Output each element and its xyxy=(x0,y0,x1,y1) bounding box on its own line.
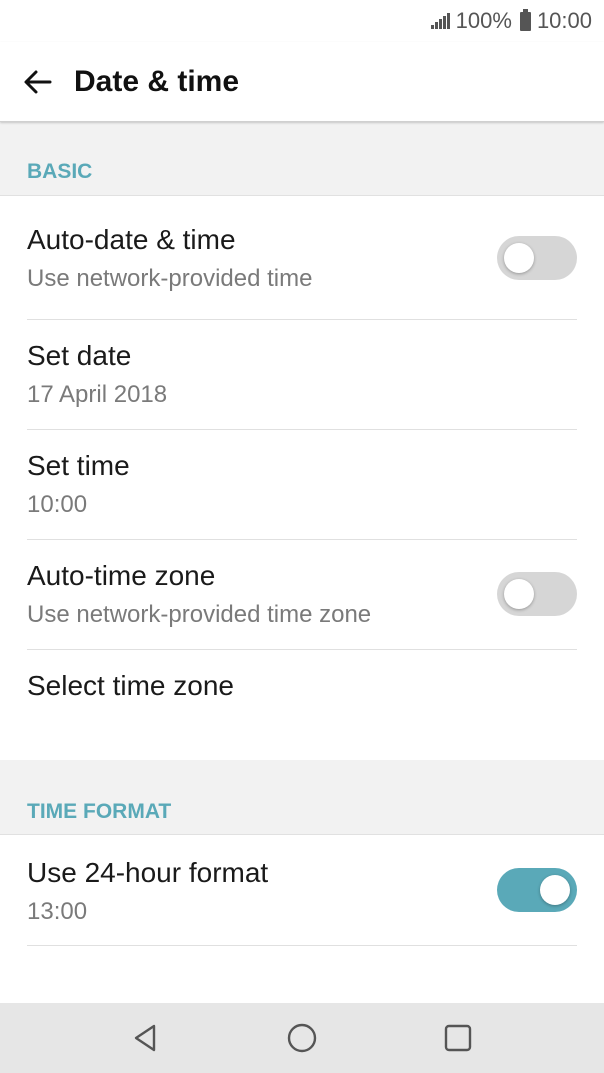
recents-square-icon xyxy=(444,1024,472,1052)
status-bar: 100% 10:00 xyxy=(0,0,604,42)
back-triangle-icon xyxy=(134,1024,156,1052)
auto-time-zone-row[interactable]: Auto-time zone Use network-provided time… xyxy=(0,540,604,650)
navigation-bar xyxy=(0,1003,604,1073)
toggle-knob xyxy=(504,243,534,273)
use-24-hour-example: 13:00 xyxy=(27,898,88,925)
home-circle-icon xyxy=(287,1023,317,1053)
set-date-row[interactable]: Set date 17 April 2018 xyxy=(0,320,604,430)
toggle-knob xyxy=(504,579,534,609)
arrow-left-icon xyxy=(24,70,52,93)
nav-back-button[interactable] xyxy=(68,1003,224,1073)
app-bar: Date & time xyxy=(0,42,604,122)
set-date-value: 17 April 2018 xyxy=(27,381,168,408)
battery-icon xyxy=(519,8,531,31)
auto-date-time-subtitle: Use network-provided time xyxy=(27,265,313,292)
auto-time-zone-subtitle: Use network-provided time zone xyxy=(27,601,372,628)
nav-home-button[interactable] xyxy=(224,1003,380,1073)
auto-date-time-row[interactable]: Auto-date & time Use network-provided ti… xyxy=(0,196,604,320)
set-time-title: Set time xyxy=(27,450,130,481)
nav-recents-button[interactable] xyxy=(380,1003,536,1073)
use-24-hour-row[interactable]: Use 24-hour format 13:00 xyxy=(0,835,604,946)
auto-time-zone-toggle[interactable] xyxy=(497,572,577,616)
use-24-hour-toggle[interactable] xyxy=(497,868,577,912)
auto-date-time-title: Auto-date & time xyxy=(27,224,236,255)
battery-percentage: 100% xyxy=(455,8,512,33)
auto-time-zone-title: Auto-time zone xyxy=(27,560,216,591)
auto-date-time-toggle[interactable] xyxy=(497,236,577,280)
set-time-value: 10:00 xyxy=(27,491,88,518)
set-date-title: Set date xyxy=(27,340,132,371)
divider xyxy=(27,945,577,946)
status-time: 10:00 xyxy=(536,8,592,33)
set-time-row[interactable]: Set time 10:00 xyxy=(0,430,604,540)
section-header-basic: BASIC xyxy=(0,122,604,196)
use-24-hour-title: Use 24-hour format xyxy=(27,857,269,888)
back-button[interactable] xyxy=(20,64,56,100)
signal-icon xyxy=(430,13,450,29)
select-time-zone-title: Select time zone xyxy=(27,670,234,701)
toggle-knob xyxy=(540,875,570,905)
page-title: Date & time xyxy=(74,64,240,98)
select-time-zone-row[interactable]: Select time zone xyxy=(0,650,604,760)
section-header-time-format: TIME FORMAT xyxy=(0,760,604,835)
